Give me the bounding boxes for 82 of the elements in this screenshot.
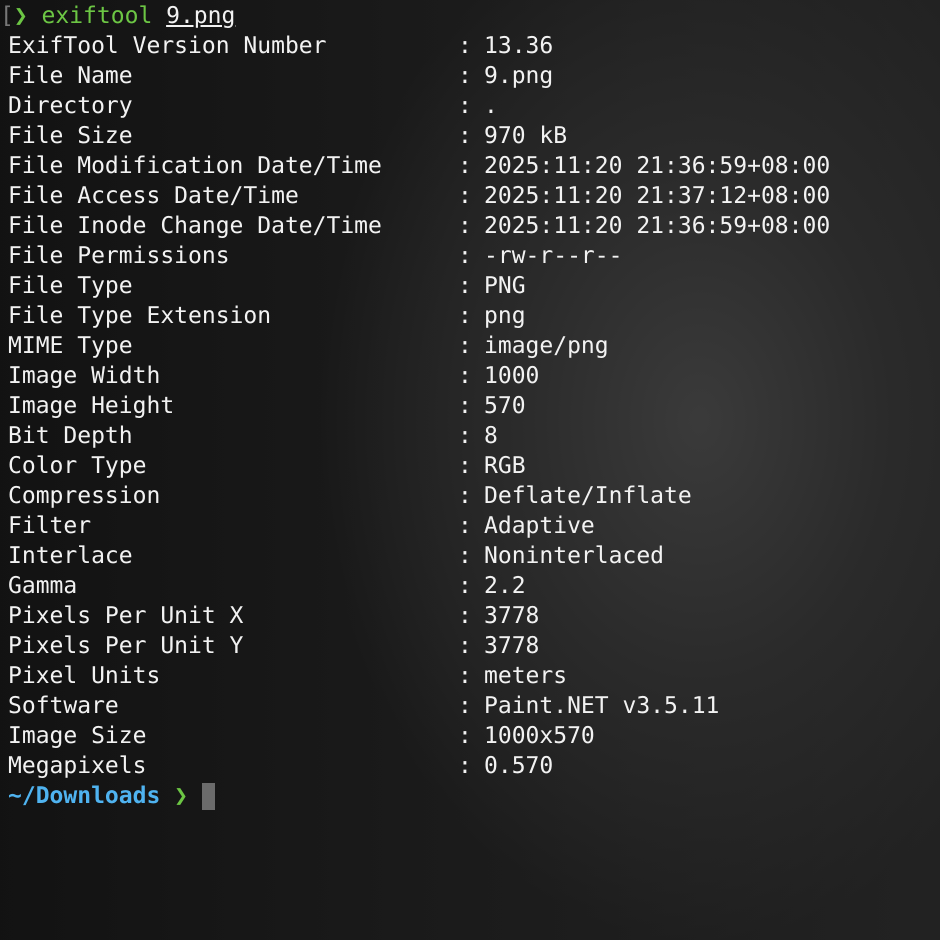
field-separator: : [458, 392, 473, 421]
field-name: File Inode Change Date/Time [8, 212, 383, 241]
field-name: Filter [8, 512, 92, 541]
field-value: -rw-r--r-- [484, 242, 622, 271]
field-name: Bit Depth [8, 422, 134, 451]
field-separator: : [458, 512, 473, 541]
field-value: 9.png [484, 62, 554, 91]
field-value: png [484, 302, 526, 331]
field-value: 970 kB [484, 122, 568, 151]
field-value: 2025:11:20 21:36:59+08:00 [484, 212, 830, 241]
field-name: File Type Extension [8, 302, 272, 331]
field-name: Pixels Per Unit Y [8, 632, 244, 661]
field-value: 3778 [484, 632, 540, 661]
field-separator: : [458, 242, 473, 271]
field-value: RGB [484, 452, 526, 481]
field-value: 1000x570 [484, 722, 595, 751]
field-value: Deflate/Inflate [484, 482, 692, 511]
field-separator: : [458, 692, 473, 721]
field-separator: : [458, 152, 473, 181]
field-name: Software [8, 692, 120, 721]
field-separator: : [458, 212, 473, 241]
field-separator: : [458, 362, 473, 391]
field-separator: : [458, 422, 473, 451]
field-value: 2025:11:20 21:36:59+08:00 [484, 152, 830, 181]
field-value: 13.36 [484, 32, 554, 61]
field-name: Image Width [8, 362, 162, 391]
field-value: Noninterlaced [484, 542, 664, 571]
field-name: File Type [8, 272, 134, 301]
prompt-arrow: ❯ [14, 2, 28, 31]
field-value: PNG [484, 272, 526, 301]
field-separator: : [458, 272, 473, 301]
field-name: Pixels Per Unit X [8, 602, 244, 631]
field-name: File Modification Date/Time [8, 152, 383, 181]
field-separator: : [458, 572, 473, 601]
field-name: Image Height [8, 392, 176, 421]
prompt-path: ~/Downloads [8, 782, 160, 811]
field-name: Color Type [8, 452, 148, 481]
field-separator: : [458, 722, 473, 751]
field-name: Compression [8, 482, 162, 511]
field-separator: : [458, 662, 473, 691]
field-name: Pixel Units [8, 662, 162, 691]
field-separator: : [458, 332, 473, 361]
field-value: 3778 [484, 602, 540, 631]
field-name: Image Size [8, 722, 148, 751]
field-separator: : [458, 32, 473, 61]
field-separator: : [458, 602, 473, 631]
field-separator: : [458, 182, 473, 211]
field-value: image/png [484, 332, 609, 361]
command-text: exiftool [42, 2, 152, 31]
field-value: 8 [484, 422, 498, 451]
field-name: File Access Date/Time [8, 182, 300, 211]
field-separator: : [458, 752, 473, 781]
field-value: 2.2 [484, 572, 526, 601]
field-value: 2025:11:20 21:37:12+08:00 [484, 182, 830, 211]
field-name: File Permissions [8, 242, 231, 271]
field-name: MIME Type [8, 332, 134, 361]
field-name: Megapixels [8, 752, 148, 781]
field-value: 1000 [484, 362, 540, 391]
field-value: meters [484, 662, 568, 691]
field-separator: : [458, 632, 473, 661]
field-separator: : [458, 62, 473, 91]
field-value: 570 [484, 392, 526, 421]
field-name: File Name [8, 62, 134, 91]
field-separator: : [458, 122, 473, 151]
field-separator: : [458, 452, 473, 481]
field-value: 0.570 [484, 752, 554, 781]
command-argument: 9.png [166, 2, 236, 31]
text-cursor [202, 782, 215, 810]
field-name: ExifTool Version Number [8, 32, 328, 61]
field-name: Directory [8, 92, 134, 121]
field-separator: : [458, 482, 473, 511]
field-name: Gamma [8, 572, 78, 601]
prompt-arrow: ❯ [174, 782, 188, 811]
field-value: Adaptive [484, 512, 595, 541]
field-separator: : [458, 542, 473, 571]
field-value: Paint.NET v3.5.11 [484, 692, 720, 721]
field-separator: : [458, 92, 473, 121]
prompt-bracket: [ [0, 2, 14, 31]
field-name: File Size [8, 122, 134, 151]
field-name: Interlace [8, 542, 134, 571]
field-value: . [484, 92, 498, 121]
field-separator: : [458, 302, 473, 331]
